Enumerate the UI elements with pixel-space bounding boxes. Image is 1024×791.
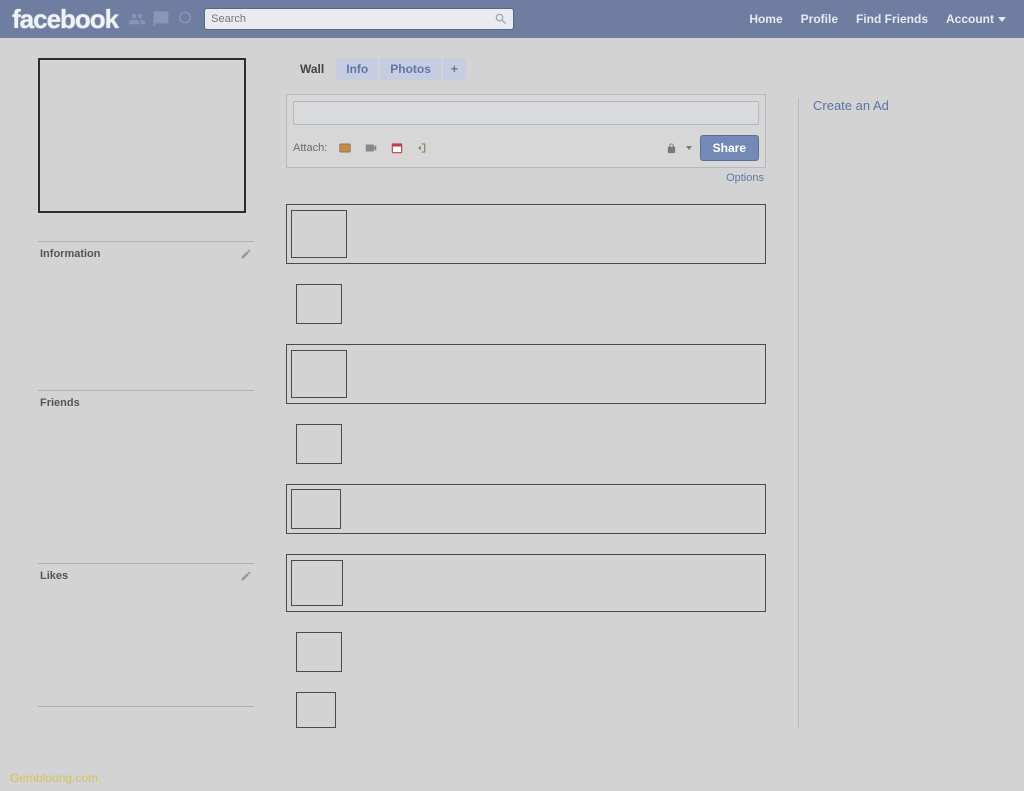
post-avatar[interactable] bbox=[291, 350, 347, 398]
tab-wall[interactable]: Wall bbox=[290, 58, 334, 80]
post-avatar[interactable] bbox=[291, 560, 343, 606]
search-container bbox=[204, 8, 514, 30]
status-composer: Attach: bbox=[286, 94, 766, 168]
attach-video-icon[interactable] bbox=[363, 140, 379, 156]
nav-account[interactable]: Account bbox=[946, 12, 1006, 26]
post-avatar[interactable] bbox=[296, 424, 342, 464]
tab-info[interactable]: Info bbox=[336, 58, 378, 80]
post-avatar[interactable] bbox=[296, 692, 336, 728]
nav-account-label: Account bbox=[946, 12, 994, 26]
chevron-down-icon bbox=[998, 17, 1006, 22]
nav-profile[interactable]: Profile bbox=[801, 12, 838, 26]
friend-requests-icon[interactable] bbox=[128, 10, 146, 28]
wall-post-small bbox=[286, 424, 766, 464]
wall-post bbox=[286, 344, 766, 404]
post-avatar[interactable] bbox=[296, 284, 342, 324]
page-body: Information Friends Likes Wall Info Phot… bbox=[0, 38, 1024, 728]
nav-find-friends[interactable]: Find Friends bbox=[856, 12, 928, 26]
information-header: Information bbox=[38, 241, 254, 264]
wall-post bbox=[286, 484, 766, 534]
share-button[interactable]: Share bbox=[700, 135, 759, 161]
chevron-down-icon[interactable] bbox=[686, 146, 692, 150]
center-column: Wall Info Photos + Attach: bbox=[286, 58, 766, 728]
tab-add[interactable]: + bbox=[443, 58, 466, 80]
profile-photo[interactable] bbox=[38, 58, 246, 213]
search-icon[interactable] bbox=[494, 12, 508, 26]
facebook-logo[interactable]: facebook bbox=[10, 4, 120, 35]
privacy-lock-icon[interactable] bbox=[666, 142, 678, 154]
wall-post-small bbox=[286, 692, 766, 728]
nav-right: Home Profile Find Friends Account bbox=[749, 12, 1014, 26]
create-ad-link[interactable]: Create an Ad bbox=[813, 98, 889, 113]
right-column: Create an Ad bbox=[798, 98, 998, 728]
search-input[interactable] bbox=[204, 8, 514, 30]
notifications-icon[interactable] bbox=[176, 10, 194, 28]
attach-link-icon[interactable] bbox=[415, 140, 431, 156]
profile-tabs: Wall Info Photos + bbox=[290, 58, 766, 80]
pencil-icon[interactable] bbox=[240, 248, 252, 260]
top-nav-bar: facebook Home Profile Find Friends Accou… bbox=[0, 0, 1024, 38]
attach-event-icon[interactable] bbox=[389, 140, 405, 156]
post-avatar[interactable] bbox=[296, 632, 342, 672]
left-column: Information Friends Likes bbox=[38, 58, 254, 728]
composer-toolbar: Attach: bbox=[293, 125, 759, 161]
attach-photo-icon[interactable] bbox=[337, 140, 353, 156]
nav-home[interactable]: Home bbox=[749, 12, 782, 26]
friends-title: Friends bbox=[40, 397, 80, 409]
options-link[interactable]: Options bbox=[286, 168, 766, 184]
friends-header: Friends bbox=[38, 390, 254, 413]
post-avatar[interactable] bbox=[291, 489, 341, 529]
pencil-icon[interactable] bbox=[240, 570, 252, 582]
likes-header: Likes bbox=[38, 563, 254, 586]
wall-post bbox=[286, 204, 766, 264]
messages-icon[interactable] bbox=[152, 10, 170, 28]
tab-photos[interactable]: Photos bbox=[380, 58, 441, 80]
wall-post-small bbox=[286, 284, 766, 324]
status-input[interactable] bbox=[293, 101, 759, 125]
wall-post-small bbox=[286, 632, 766, 672]
wall-feed bbox=[286, 204, 766, 728]
information-title: Information bbox=[40, 248, 101, 260]
notification-icons bbox=[128, 10, 194, 28]
attach-label: Attach: bbox=[293, 142, 327, 154]
post-avatar[interactable] bbox=[291, 210, 347, 258]
likes-title: Likes bbox=[40, 570, 68, 582]
wall-post bbox=[286, 554, 766, 612]
attach-icons bbox=[337, 140, 431, 156]
watermark: Gembloong.com bbox=[10, 771, 98, 785]
